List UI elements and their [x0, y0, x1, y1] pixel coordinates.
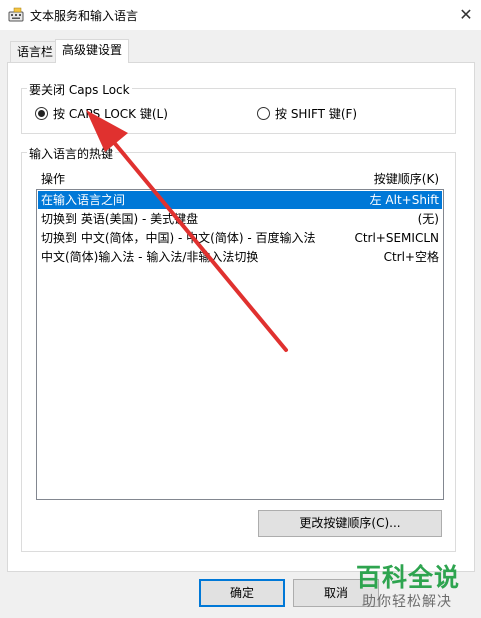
tab-advanced-key-settings[interactable]: 高级键设置: [55, 39, 130, 63]
radio-shift-key[interactable]: 按 SHIFT 键(F): [257, 105, 357, 122]
hotkeys-list[interactable]: 在输入语言之间 左 Alt+Shift 切换到 英语(美国) - 美式键盘 (无…: [36, 189, 444, 500]
tab-language-bar[interactable]: 语言栏: [10, 41, 61, 63]
list-item[interactable]: 中文(简体)输入法 - 输入法/非输入法切换 Ctrl+空格: [38, 248, 442, 266]
column-header-key-sequence: 按键顺序(K): [373, 172, 439, 186]
list-item-keys: 左 Alt+Shift: [369, 193, 439, 207]
list-item-keys: (无): [417, 212, 439, 226]
window-title: 文本服务和输入语言: [30, 9, 139, 23]
radio-selected-indicator: [35, 107, 48, 120]
radio-caps-lock-label: 按 CAPS LOCK 键(L): [53, 107, 168, 121]
radio-caps-lock-key[interactable]: 按 CAPS LOCK 键(L): [35, 105, 168, 122]
list-item[interactable]: 切换到 英语(美国) - 美式键盘 (无): [38, 210, 442, 228]
watermark-logo: 百科全说 助你轻松解决: [352, 558, 474, 614]
list-item-action: 中文(简体)输入法 - 输入法/非输入法切换: [41, 250, 259, 264]
close-icon: ✕: [459, 5, 473, 24]
radio-unselected-indicator: [257, 107, 270, 120]
caps-lock-group-title: 要关闭 Caps Lock: [27, 81, 132, 98]
column-header-action: 操作: [41, 172, 66, 186]
keyboard-icon: [8, 7, 24, 22]
watermark-subtitle: 助你轻松解决: [362, 594, 452, 610]
title-bar: 文本服务和输入语言 ✕: [0, 0, 481, 30]
hotkeys-list-header: 操作 按键顺序(K): [41, 170, 439, 188]
ok-button[interactable]: 确定: [199, 579, 285, 607]
list-item-keys: Ctrl+SEMICLN: [354, 231, 439, 245]
list-item-action: 在输入语言之间: [41, 193, 126, 207]
change-key-sequence-button[interactable]: 更改按键顺序(C)...: [258, 510, 442, 537]
watermark-title: 百科全说: [356, 563, 461, 592]
radio-shift-label: 按 SHIFT 键(F): [275, 107, 358, 121]
list-item[interactable]: 切换到 中文(简体，中国) - 中文(简体) - 百度输入法 Ctrl+SEMI…: [38, 229, 442, 247]
hotkeys-group-title: 输入语言的热键: [27, 145, 116, 162]
list-item-keys: Ctrl+空格: [383, 250, 439, 264]
list-item[interactable]: 在输入语言之间 左 Alt+Shift: [38, 191, 442, 209]
list-item-action: 切换到 中文(简体，中国) - 中文(简体) - 百度输入法: [41, 231, 316, 245]
list-item-action: 切换到 英语(美国) - 美式键盘: [41, 212, 199, 226]
close-button[interactable]: ✕: [451, 0, 481, 30]
